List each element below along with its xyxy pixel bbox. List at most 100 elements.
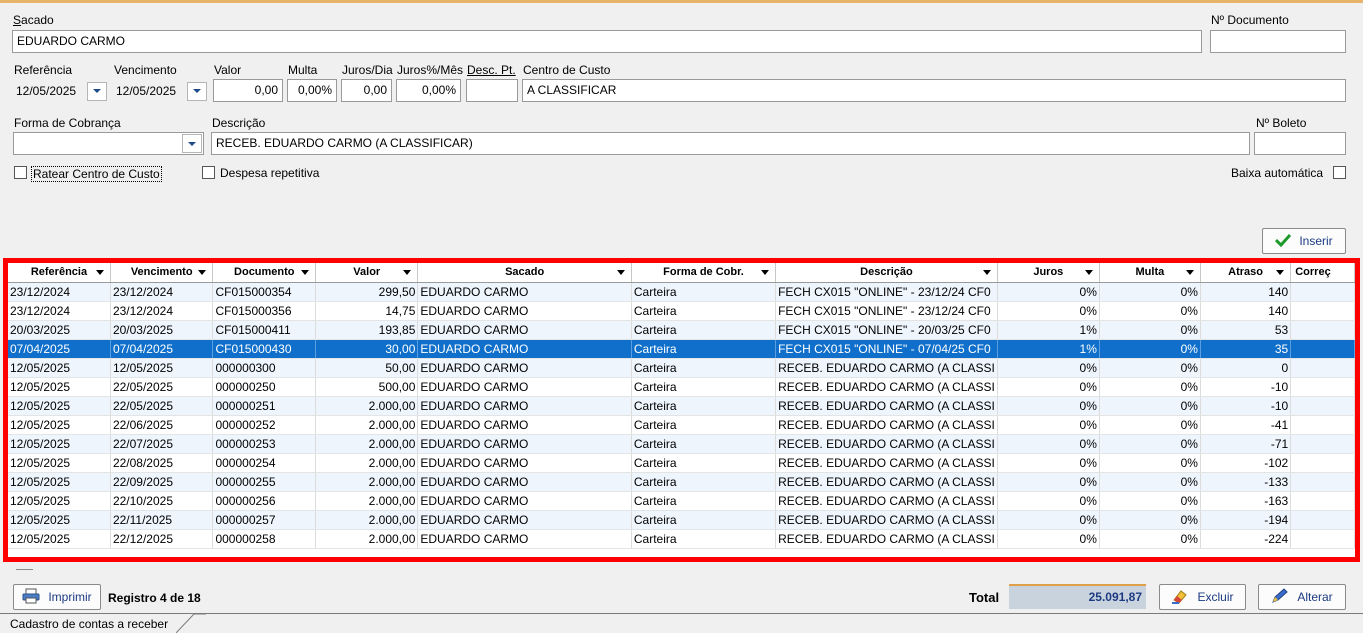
chevron-down-icon[interactable] bbox=[187, 81, 207, 101]
alterar-label: Alterar bbox=[1297, 590, 1333, 604]
nro-boleto-input[interactable] bbox=[1254, 132, 1346, 155]
table-cell-sacado: EDUARDO CARMO bbox=[417, 415, 632, 435]
sort-arrow-icon[interactable] bbox=[301, 270, 310, 275]
table-cell-forma-cobr: Carteira bbox=[631, 491, 777, 511]
column-header-vencimento[interactable]: Vencimento bbox=[110, 263, 214, 283]
nro-documento-input[interactable] bbox=[1210, 30, 1346, 53]
table-row[interactable]: 12/05/2025 12/05/2025 000000300 50,00 EDUARD… bbox=[8, 358, 1355, 378]
column-header-documento[interactable]: Documento bbox=[212, 263, 317, 283]
table-cell-descricao: RECEB. EDUARDO CARMO (A CLASSI bbox=[775, 472, 998, 492]
table-cell-correcao bbox=[1290, 434, 1355, 454]
multa-input[interactable]: 0,00% bbox=[287, 79, 337, 102]
table-cell-sacado: EDUARDO CARMO bbox=[417, 491, 632, 511]
despesa-label[interactable]: Despesa repetitiva bbox=[220, 166, 319, 180]
descricao-input[interactable]: RECEB. EDUARDO CARMO (A CLASSIFICAR) bbox=[211, 132, 1250, 155]
table-cell-documento: CF015000430 bbox=[212, 339, 317, 359]
column-header-label: Juros bbox=[1033, 266, 1064, 279]
table-cell-descricao: FECH CX015 "ONLINE" - 23/12/24 CF0 bbox=[775, 282, 998, 302]
table-row[interactable]: 12/05/2025 22/11/2025 000000257 2.000,00 EDU… bbox=[8, 510, 1355, 530]
table-cell-descricao: RECEB. EDUARDO CARMO (A CLASSI bbox=[775, 434, 998, 454]
forma-cobranca-select[interactable] bbox=[13, 132, 204, 155]
table-row[interactable]: 07/04/2025 07/04/2025 CF015000430 30,00 EDUA… bbox=[8, 339, 1355, 359]
sort-arrow-icon[interactable] bbox=[616, 270, 625, 275]
table-cell-documento: 000000251 bbox=[212, 396, 317, 416]
table-row[interactable]: 12/05/2025 22/09/2025 000000255 2.000,00 EDU… bbox=[8, 472, 1355, 492]
table-row[interactable]: 12/05/2025 22/10/2025 000000256 2.000,00 EDU… bbox=[8, 491, 1355, 511]
table-cell-correcao bbox=[1290, 396, 1355, 416]
table-cell-forma-cobr: Carteira bbox=[631, 358, 777, 378]
alterar-button[interactable]: Alterar bbox=[1258, 584, 1346, 610]
table-cell-multa: 0% bbox=[1099, 415, 1201, 435]
nro-boleto-label: Nº Boleto bbox=[1256, 116, 1307, 130]
table-row[interactable]: 12/05/2025 22/05/2025 000000251 2.000,00 EDU… bbox=[8, 396, 1355, 416]
table-cell-documento: 000000258 bbox=[212, 529, 317, 549]
table-cell-atraso: 140 bbox=[1200, 301, 1292, 321]
column-header-multa[interactable]: Multa bbox=[1099, 263, 1201, 283]
table-cell-atraso: 0 bbox=[1200, 358, 1292, 378]
table-cell-multa: 0% bbox=[1099, 434, 1201, 454]
column-header-label: Multa bbox=[1135, 266, 1165, 279]
table-cell-documento: 000000256 bbox=[212, 491, 317, 511]
desc-pt-input[interactable] bbox=[466, 79, 518, 102]
valor-input[interactable]: 0,00 bbox=[213, 79, 283, 102]
excluir-label: Excluir bbox=[1197, 590, 1234, 604]
splitter-handle[interactable] bbox=[16, 569, 33, 570]
column-header-descricao[interactable]: Descrição bbox=[775, 263, 998, 283]
sort-arrow-icon[interactable] bbox=[403, 270, 412, 275]
ratear-label[interactable]: Ratear Centro de Custo bbox=[31, 166, 162, 182]
table-cell-sacado: EDUARDO CARMO bbox=[417, 510, 632, 530]
column-header-valor[interactable]: Valor bbox=[315, 263, 419, 283]
sacado-input[interactable]: EDUARDO CARMO bbox=[12, 30, 1202, 53]
centro-custo-input[interactable]: A CLASSIFICAR bbox=[522, 79, 1346, 102]
table-row[interactable]: 12/05/2025 22/06/2025 000000252 2.000,00 EDU… bbox=[8, 415, 1355, 435]
table-cell-documento: 000000255 bbox=[212, 472, 317, 492]
sort-arrow-icon[interactable] bbox=[982, 270, 991, 275]
table-cell-multa: 0% bbox=[1099, 301, 1201, 321]
chevron-down-icon[interactable] bbox=[87, 81, 107, 101]
table-row[interactable]: 20/03/2025 20/03/2025 CF015000411 193,85 EDU… bbox=[8, 320, 1355, 340]
table-row[interactable]: 12/05/2025 22/05/2025 000000250 500,00 EDUAR… bbox=[8, 377, 1355, 397]
imprimir-button[interactable]: Imprimir bbox=[13, 584, 101, 610]
sort-arrow-icon[interactable] bbox=[761, 270, 770, 275]
sort-arrow-icon[interactable] bbox=[95, 270, 104, 275]
table-row[interactable]: 23/12/2024 23/12/2024 CF015000354 299,50 EDU… bbox=[8, 282, 1355, 302]
table-cell-referencia: 12/05/2025 bbox=[8, 415, 111, 435]
sort-arrow-icon[interactable] bbox=[1084, 270, 1093, 275]
ratear-checkbox[interactable] bbox=[14, 166, 27, 179]
table-row[interactable]: 23/12/2024 23/12/2024 CF015000356 14,75 EDUA… bbox=[8, 301, 1355, 321]
excluir-button[interactable]: Excluir bbox=[1159, 584, 1246, 610]
sort-arrow-icon[interactable] bbox=[198, 270, 207, 275]
table-cell-vencimento: 22/12/2025 bbox=[110, 529, 214, 549]
referencia-date-picker[interactable]: 12/05/2025 bbox=[13, 80, 108, 102]
table-cell-correcao bbox=[1290, 472, 1355, 492]
column-header-sacado[interactable]: Sacado bbox=[417, 263, 632, 283]
table-cell-referencia: 12/05/2025 bbox=[8, 396, 111, 416]
column-header-juros[interactable]: Juros bbox=[997, 263, 1100, 283]
chevron-down-icon[interactable] bbox=[182, 134, 202, 153]
column-header-referencia[interactable]: Referência bbox=[8, 263, 111, 283]
baixa-checkbox[interactable] bbox=[1333, 166, 1346, 179]
table-row[interactable]: 12/05/2025 22/07/2025 000000253 2.000,00 EDU… bbox=[8, 434, 1355, 454]
table-row[interactable]: 12/05/2025 22/12/2025 000000258 2.000,00 EDU… bbox=[8, 529, 1355, 549]
table-cell-multa: 0% bbox=[1099, 358, 1201, 378]
inserir-button[interactable]: Inserir bbox=[1262, 228, 1346, 254]
records-grid[interactable]: Referência Vencimento Documento Valor Sacado… bbox=[3, 258, 1360, 562]
juros-dia-input[interactable]: 0,00 bbox=[341, 79, 392, 102]
baixa-label[interactable]: Baixa automática bbox=[1231, 166, 1323, 180]
sort-arrow-icon[interactable] bbox=[1276, 270, 1285, 275]
column-header-forma-cobr[interactable]: Forma de Cobr. bbox=[631, 263, 777, 283]
table-cell-valor: 2.000,00 bbox=[315, 453, 419, 473]
table-cell-juros: 1% bbox=[997, 339, 1100, 359]
juros-mes-input[interactable]: 0,00% bbox=[396, 79, 461, 102]
vencimento-date-picker[interactable]: 12/05/2025 bbox=[113, 80, 208, 102]
column-header-correcao[interactable]: Correç bbox=[1290, 263, 1355, 283]
forma-cobranca-label: Forma de Cobrança bbox=[14, 116, 121, 130]
multa-label: Multa bbox=[288, 63, 318, 77]
table-cell-forma-cobr: Carteira bbox=[631, 472, 777, 492]
table-cell-valor: 2.000,00 bbox=[315, 415, 419, 435]
table-cell-correcao bbox=[1290, 491, 1355, 511]
table-row[interactable]: 12/05/2025 22/08/2025 000000254 2.000,00 EDU… bbox=[8, 453, 1355, 473]
column-header-atraso[interactable]: Atraso bbox=[1200, 263, 1292, 283]
despesa-checkbox[interactable] bbox=[202, 166, 215, 179]
sort-arrow-icon[interactable] bbox=[1185, 270, 1194, 275]
